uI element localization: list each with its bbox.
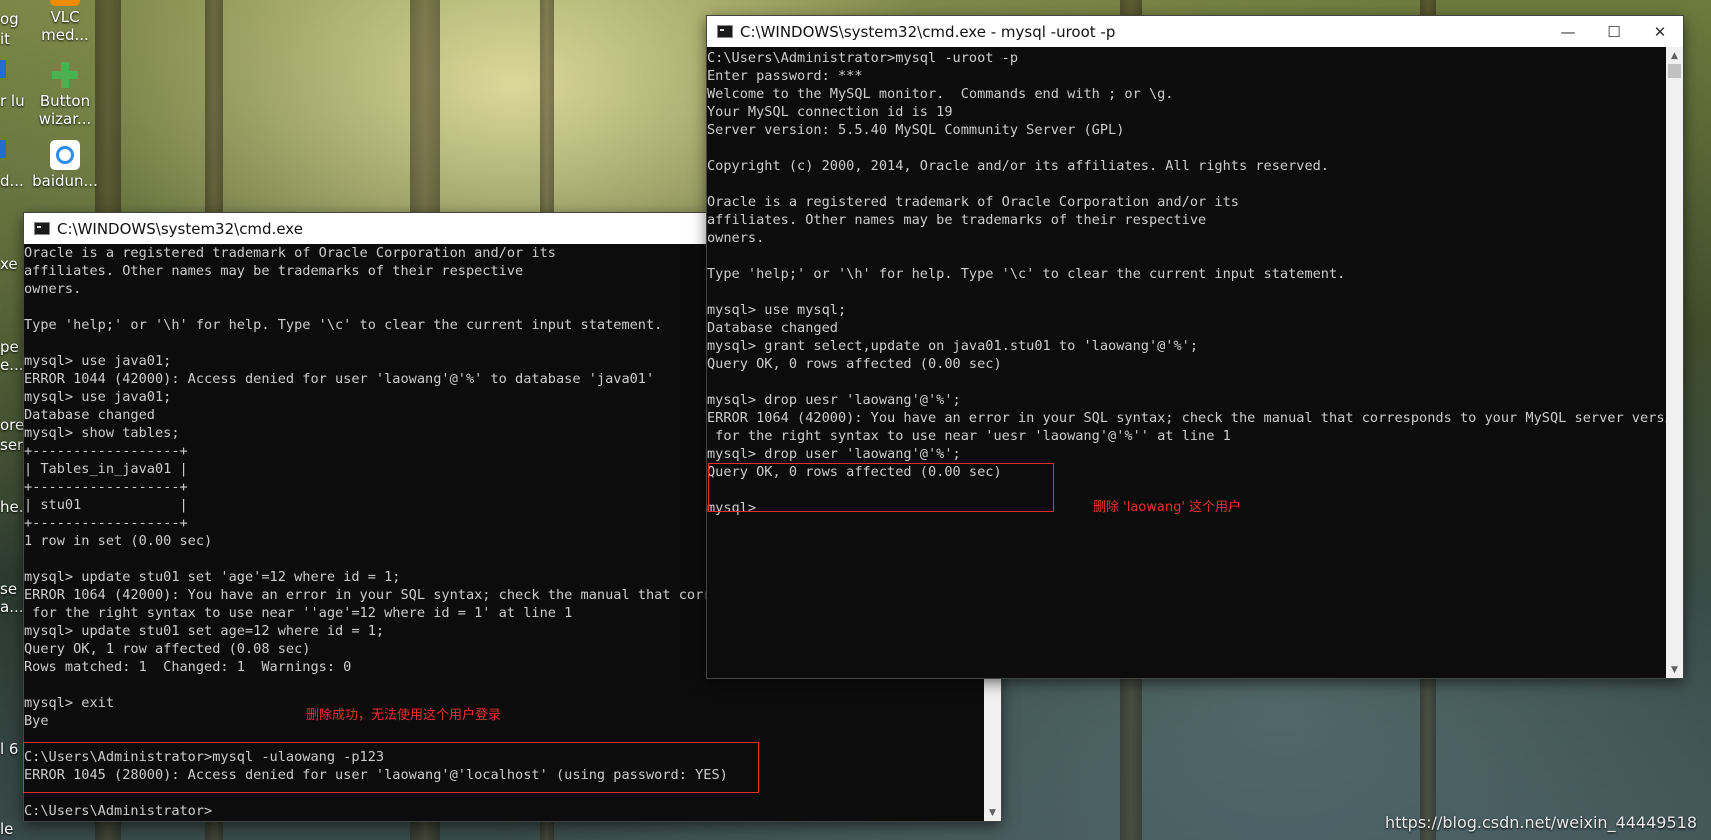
console-line: Query OK, 0 rows affected (0.00 sec) — [707, 356, 1002, 372]
console-line: Copyright (c) 2000, 2014, Oracle and/or … — [707, 158, 1329, 174]
console-line: Server version: 5.5.40 MySQL Community S… — [707, 122, 1125, 138]
title-bar[interactable]: C:\WINDOWS\system32\cmd.exe - mysql -uro… — [707, 16, 1683, 47]
scrollbar-thumb[interactable] — [1668, 64, 1681, 78]
console-lines: C:\Users\Administrator>mysql -uroot -p En… — [707, 47, 1666, 517]
edge-label[interactable]: xe — [0, 255, 18, 273]
window-title: C:\WINDOWS\system32\cmd.exe — [57, 219, 303, 238]
edge-label[interactable]: l 6 — [0, 740, 18, 758]
annotation-box — [708, 463, 1054, 512]
annotation-text: 删除 'laowang' 这个用户 — [1093, 500, 1242, 515]
close-icon: ✕ — [1653, 22, 1667, 41]
console-line: Your MySQL connection id is 19 — [707, 104, 953, 120]
watermark: https://blog.csdn.net/weixin_44449518 — [1384, 813, 1697, 832]
edge-label[interactable]: a... — [0, 598, 24, 616]
console-line: ERROR 1064 (42000): You have an error in… — [707, 410, 1666, 426]
console-line: C:\Users\Administrator>mysql -uroot -p — [707, 50, 1018, 66]
console-line: mysql> exit — [24, 695, 115, 711]
edge-label[interactable]: ser — [0, 436, 23, 454]
desktop-icon-vlc[interactable]: VLC med... — [28, 0, 102, 44]
window-title: C:\WINDOWS\system32\cmd.exe - mysql -uro… — [740, 22, 1116, 41]
desktop-icon-fragment[interactable] — [0, 140, 6, 158]
edge-label[interactable]: og — [0, 10, 19, 28]
maximize-icon: ☐ — [1607, 22, 1621, 41]
edge-label[interactable]: r lu — [0, 92, 25, 110]
edge-label[interactable]: e... — [0, 356, 24, 374]
scroll-down-icon[interactable]: ▼ — [1666, 661, 1683, 678]
vlc-icon — [50, 0, 80, 6]
console-output[interactable]: C:\Users\Administrator>mysql -uroot -p En… — [707, 47, 1666, 678]
console-line: mysql> drop user 'laowang'@'%'; — [707, 446, 961, 462]
console-line: Type 'help;' or '\h' for help. Type '\c'… — [707, 266, 1346, 282]
console-line: mysql> drop uesr 'laowang'@'%'; — [707, 392, 961, 408]
annotation-box — [23, 742, 759, 793]
edge-label[interactable]: d... — [0, 172, 24, 190]
desktop-icon-label: Button wizar... — [38, 92, 92, 128]
console-line: Bye — [24, 713, 49, 729]
console-line: C:\Users\Administrator> — [24, 803, 213, 819]
console-line: Database changed — [707, 320, 838, 336]
minimize-icon: — — [1560, 22, 1576, 41]
window-controls: — ☐ ✕ — [1545, 16, 1683, 47]
console-line: mysql> use mysql; — [707, 302, 847, 318]
console-line: owners. — [707, 230, 765, 246]
scroll-down-icon[interactable]: ▼ — [984, 804, 1001, 821]
console-line: for the right syntax to use near 'uesr '… — [707, 428, 1231, 444]
edge-label[interactable]: se — [0, 580, 17, 598]
desktop-icon-label: VLC med... — [41, 8, 89, 44]
minimize-button[interactable]: — — [1545, 16, 1591, 47]
edge-label[interactable]: it — [0, 30, 10, 48]
edge-label[interactable]: pe — [0, 338, 19, 356]
desktop-icon-label: baidun... — [32, 172, 98, 190]
cmd-icon — [717, 25, 733, 38]
baidu-netdisk-icon — [50, 140, 80, 170]
console-line: mysql> grant select,update on java01.stu… — [707, 338, 1199, 354]
cmd-icon — [34, 222, 50, 235]
annotation-text: 删除成功，无法使用这个用户登录 — [306, 708, 502, 723]
edge-label[interactable]: le — [0, 820, 13, 838]
console-line: Oracle is a registered trademark of Orac… — [707, 194, 1239, 210]
maximize-button[interactable]: ☐ — [1591, 16, 1637, 47]
edge-label[interactable]: ore — [0, 416, 24, 434]
console-line: affiliates. Other names may be trademark… — [707, 212, 1207, 228]
console-line: Welcome to the MySQL monitor. Commands e… — [707, 86, 1174, 102]
close-button[interactable]: ✕ — [1637, 16, 1683, 47]
cmd-window-right[interactable]: C:\WINDOWS\system32\cmd.exe - mysql -uro… — [707, 16, 1683, 678]
desktop-icon-baidu-netdisk[interactable]: baidun... — [28, 140, 102, 190]
desktop-icon-fragment[interactable] — [0, 60, 6, 78]
console-line: Enter password: *** — [707, 68, 863, 84]
desktop-icon-button-wizard[interactable]: Button wizar... — [28, 60, 102, 128]
scroll-up-icon[interactable]: ▲ — [1666, 47, 1683, 64]
button-wizard-icon — [50, 60, 80, 90]
vertical-scrollbar[interactable]: ▲ ▼ — [1666, 47, 1683, 678]
